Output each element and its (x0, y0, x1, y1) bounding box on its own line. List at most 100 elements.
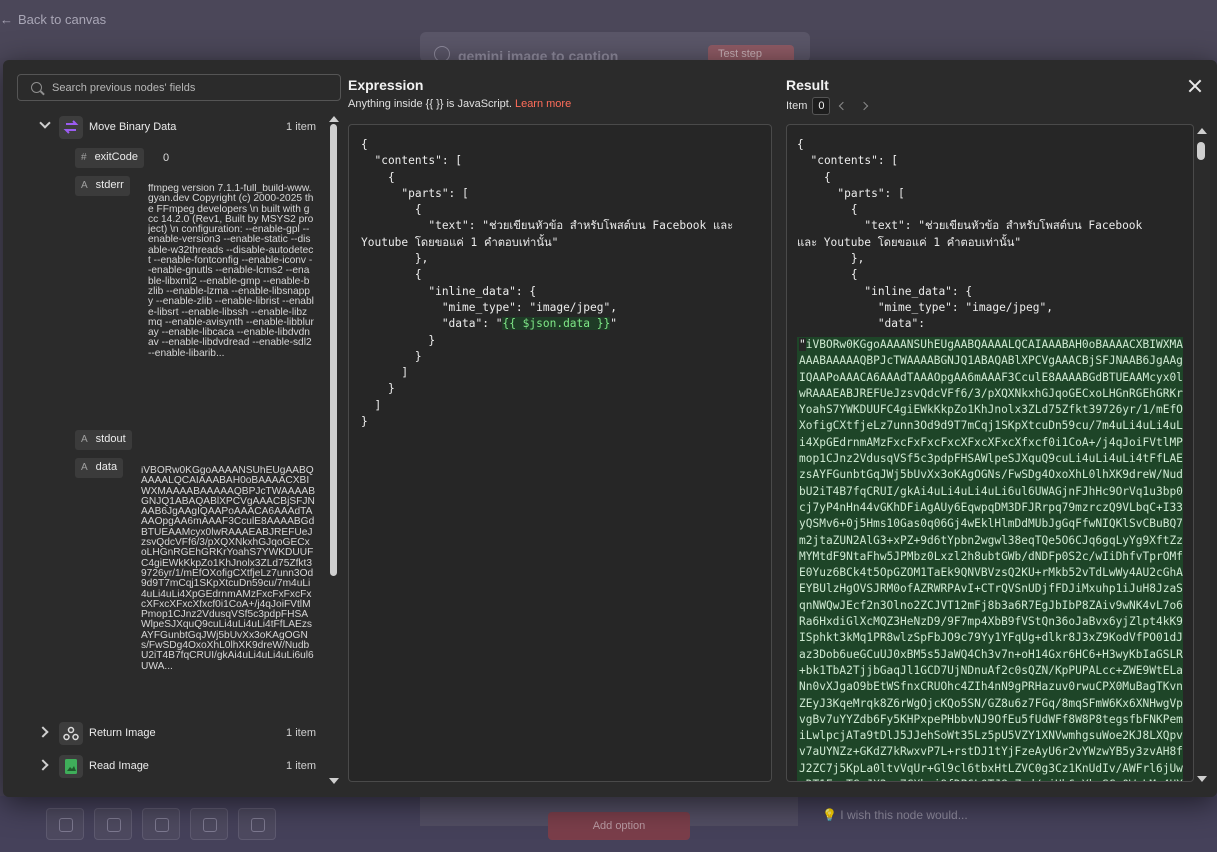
field-name: stdout (95, 433, 126, 445)
result-code: { "contents": [ { "parts": [ { "text": "… (797, 137, 1142, 333)
item-selector: Item 0 (786, 97, 872, 115)
code-quote: " (610, 317, 617, 331)
item-count: 1 item (286, 727, 316, 739)
code-line: }, (797, 252, 865, 266)
code-line: และ Youtube โดยขอแค่ 1 คำตอบเท่านั้น" (797, 235, 1022, 249)
field-stderr[interactable]: Astderr (75, 176, 130, 196)
scroll-up-icon[interactable] (1197, 128, 1207, 134)
scroll-down-icon[interactable] (1197, 776, 1207, 782)
back-to-canvas-link[interactable]: ← Back to canvas (0, 12, 106, 27)
code-line: } (361, 349, 422, 363)
code-line: ] (361, 398, 382, 412)
arrow-left-icon: ← (0, 12, 13, 27)
search-box (17, 74, 341, 101)
code-line: } (361, 333, 436, 347)
code-line: "contents": [ (361, 154, 463, 168)
code-line: { (797, 138, 804, 151)
code-line: "parts": [ (361, 186, 469, 200)
code-line: "parts": [ (797, 186, 905, 200)
result-data-value: "iVBORw0KGgoAAAANSUhEUgAABQAAAALQCAIAAAB… (797, 337, 1183, 781)
chevron-left-icon[interactable] (839, 101, 848, 111)
item-number-input[interactable]: 0 (812, 97, 831, 115)
chevron-right-icon[interactable] (860, 101, 869, 111)
expression-editor-modal: Move Binary Data 1 item # exitCode 0 Astd… (3, 60, 1217, 797)
code-line: "text": "ช่วยเขียนหัวข้อ สำหรับโพสต์บน F… (797, 219, 1143, 233)
code-line: "inline_data": { (361, 284, 537, 298)
item-count: 1 item (286, 121, 316, 133)
code-line: "text": "ช่วยเขียนหัวข้อ สำหรับโพสต์บน F… (361, 219, 734, 233)
scrollbar-thumb[interactable] (330, 124, 337, 576)
field-pill[interactable]: Astdout (75, 430, 132, 450)
chevron-right-icon[interactable] (37, 759, 49, 771)
search-input[interactable] (52, 75, 337, 100)
feedback-link[interactable]: 💡 I wish this node would... (822, 808, 968, 822)
clean-button[interactable] (238, 808, 276, 840)
code-line: { (361, 170, 395, 184)
search-icon (31, 82, 42, 93)
field-pill[interactable]: # exitCode (75, 148, 144, 168)
stderr-value: ffmpeg version 7.1.1-full_build-www.gyan… (148, 184, 314, 359)
code-line: { (361, 268, 422, 282)
code-line: ] (361, 366, 409, 380)
code-line: "contents": [ (797, 154, 899, 168)
brush-icon (251, 818, 265, 832)
code-line: Youtube โดยขอแค่ 1 คำตอบเท่านั้น" (361, 235, 559, 249)
zoom-in-icon (107, 818, 121, 832)
code-line: } (361, 415, 368, 429)
undo-icon (203, 818, 217, 832)
string-type-icon: A (81, 462, 88, 473)
expression-code[interactable]: { "contents": [ { "parts": [ { "text": "… (361, 137, 733, 430)
scrollbar-thumb[interactable] (1197, 142, 1205, 160)
item-count: 1 item (286, 760, 316, 772)
code-line: "data": " (361, 317, 503, 331)
tree-node-return-image[interactable]: Return Image 1 item (3, 722, 328, 746)
field-pill[interactable]: Astderr (75, 176, 130, 196)
scroll-up-icon[interactable] (329, 116, 339, 122)
result-title: Result (786, 77, 829, 93)
code-line: { (797, 203, 858, 217)
learn-more-link[interactable]: Learn more (515, 98, 571, 110)
field-exitcode[interactable]: # exitCode 0 (75, 148, 169, 168)
zoom-in-button[interactable] (94, 808, 132, 840)
field-stdout[interactable]: Astdout (75, 430, 132, 450)
input-tree: Move Binary Data 1 item # exitCode 0 Astd… (3, 112, 328, 784)
tree-node-read-image[interactable]: Read Image 1 item (3, 755, 328, 779)
string-type-icon: A (81, 434, 88, 445)
close-icon[interactable] (1188, 79, 1202, 93)
field-data[interactable]: Adata (75, 458, 124, 478)
zoom-out-icon (155, 818, 169, 832)
code-line: { (797, 268, 858, 282)
webhook-icon (59, 722, 83, 745)
expression-editor[interactable]: { "contents": [ { "parts": [ { "text": "… (348, 124, 772, 782)
code-line: "mime_type": "image/jpeg", (361, 300, 617, 314)
expression-subtitle: Anything inside {{ }} is JavaScript. Lea… (348, 98, 571, 110)
code-line: { (361, 203, 422, 217)
code-line: "inline_data": { (797, 284, 973, 298)
tree-node-move-binary-data[interactable]: Move Binary Data 1 item (3, 116, 328, 140)
zoom-out-button[interactable] (142, 808, 180, 840)
result-viewer: { "contents": [ { "parts": [ { "text": "… (786, 124, 1194, 782)
back-to-canvas-label: Back to canvas (18, 12, 107, 27)
code-line: } (361, 382, 395, 396)
code-line: "mime_type": "image/jpeg", (797, 300, 1053, 314)
field-pill[interactable]: Adata (75, 458, 124, 478)
add-option-button[interactable]: Add option (548, 812, 690, 840)
chevron-right-icon[interactable] (37, 726, 49, 738)
data-value: iVBORw0KGgoAAAANSUhEUgAABQAAAALQCAIAAABA… (141, 466, 315, 672)
lightbulb-icon: 💡 (822, 808, 837, 822)
tree-scrollbar[interactable] (328, 116, 340, 784)
feedback-label: I wish this node would... (840, 808, 968, 822)
code-line: }, (361, 252, 429, 266)
result-scrollbar[interactable] (1196, 128, 1207, 782)
field-name: exitCode (94, 151, 138, 163)
field-name: stderr (95, 179, 124, 191)
item-label: Item (786, 100, 808, 112)
fit-view-button[interactable] (46, 808, 84, 840)
scroll-down-icon[interactable] (329, 778, 339, 784)
undo-button[interactable] (190, 808, 228, 840)
tree-node-label: Move Binary Data (89, 121, 177, 133)
chevron-down-icon[interactable] (39, 117, 51, 129)
expression-title: Expression (348, 77, 424, 93)
file-image-icon (59, 755, 83, 778)
field-value: 0 (163, 152, 170, 164)
